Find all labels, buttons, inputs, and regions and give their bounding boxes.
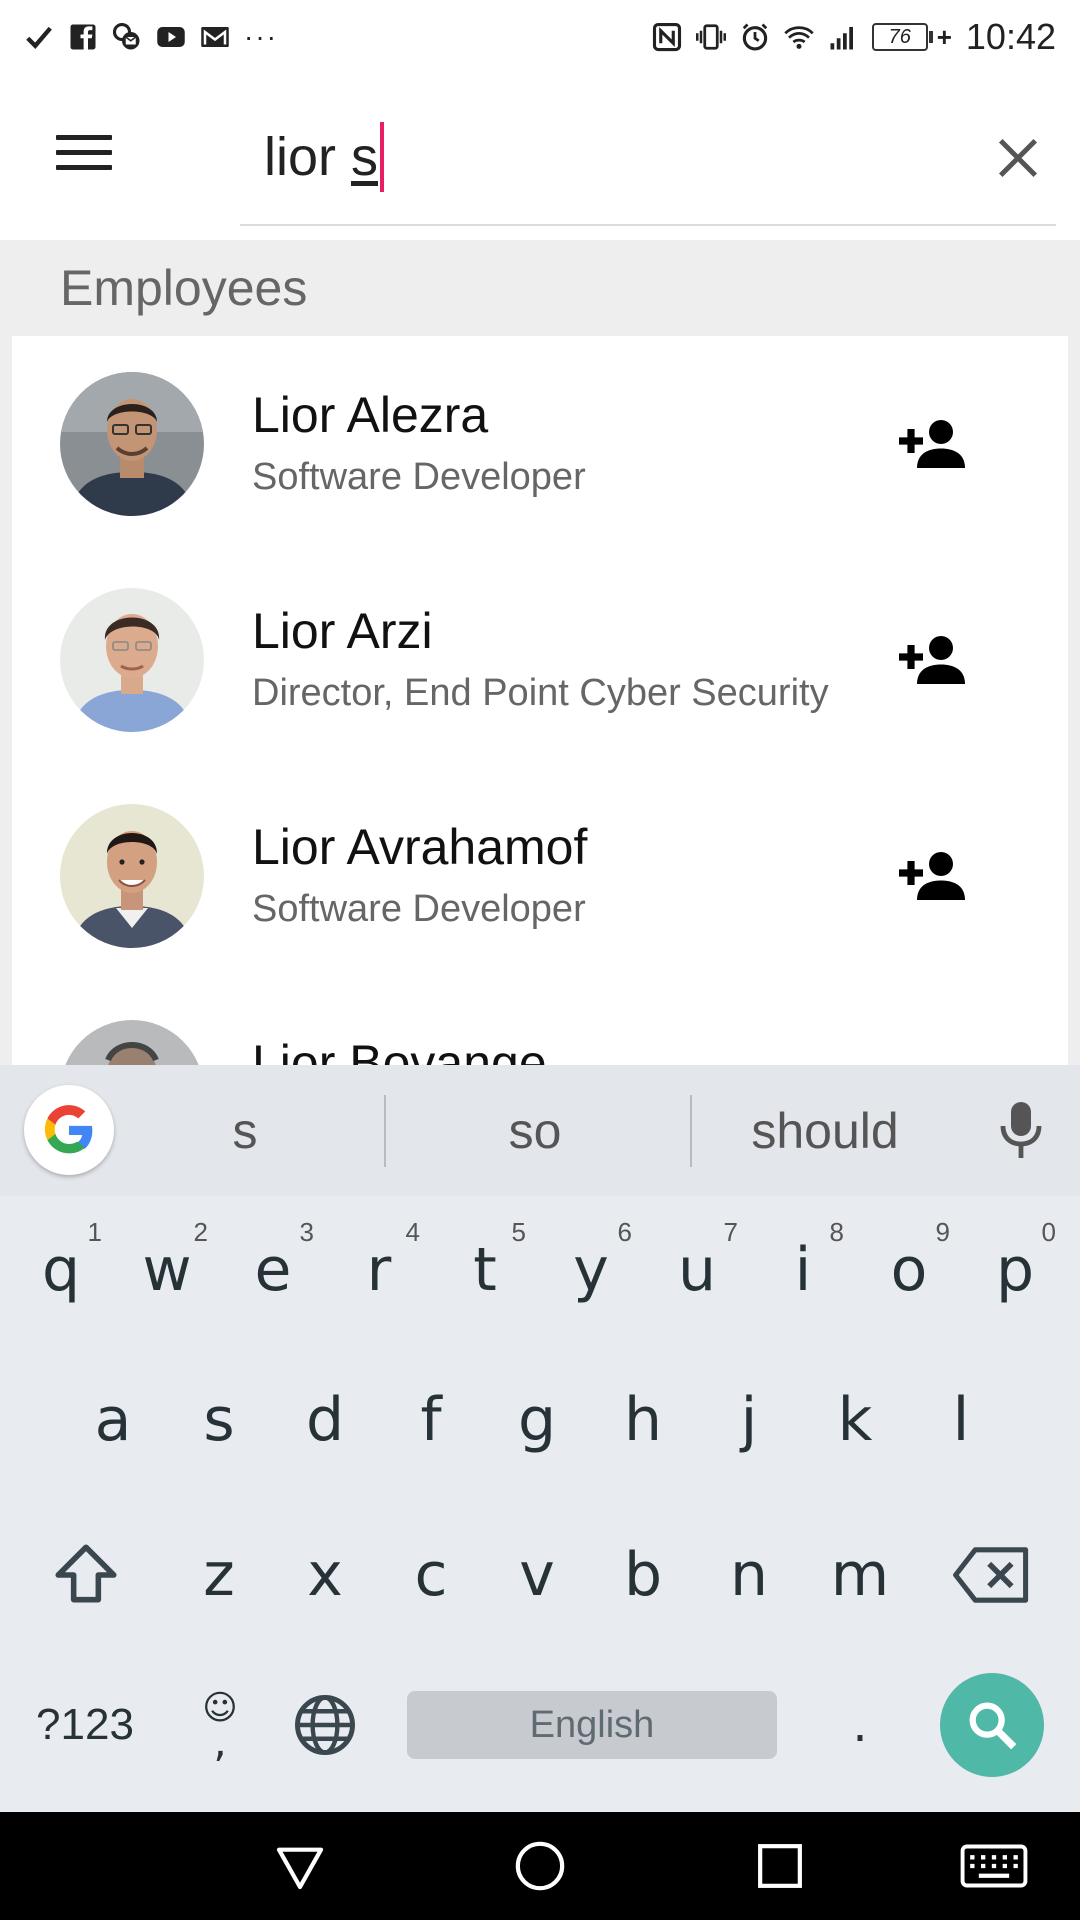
employee-name: Lior Bovange <box>252 1035 547 1065</box>
navigation-bar <box>0 1812 1080 1920</box>
google-icon[interactable] <box>24 1085 114 1175</box>
key-o[interactable]: o9 <box>864 1205 954 1335</box>
alarm-icon <box>740 22 770 52</box>
key-a[interactable]: a <box>68 1355 158 1485</box>
avatar <box>60 588 204 732</box>
add-contact-icon[interactable] <box>892 836 972 916</box>
signal-icon <box>828 22 858 52</box>
key-v[interactable]: v <box>492 1510 582 1640</box>
menu-icon[interactable] <box>40 116 124 188</box>
emoji-key[interactable]: ☺ , <box>180 1665 260 1785</box>
key-w[interactable]: w2 <box>122 1205 212 1335</box>
search-toolbar: lior s <box>0 74 1080 240</box>
period-key[interactable]: . <box>820 1675 900 1775</box>
avatar <box>60 1020 204 1065</box>
close-icon[interactable] <box>982 122 1054 194</box>
search-field[interactable]: lior s <box>240 74 1056 226</box>
charging-icon: + <box>936 21 952 52</box>
symbols-key[interactable]: ?123 <box>20 1675 150 1775</box>
messenger-icon <box>112 22 142 52</box>
section-title: Employees <box>60 260 308 316</box>
key-n[interactable]: n <box>704 1510 794 1640</box>
key-f[interactable]: f <box>386 1355 476 1485</box>
employee-name: Lior Alezra <box>252 387 489 443</box>
status-bar: ··· 76 + 10:42 <box>0 0 1080 74</box>
key-j[interactable]: j <box>704 1355 794 1485</box>
nfc-icon <box>652 22 682 52</box>
recents-icon[interactable] <box>750 1836 810 1896</box>
key-c[interactable]: c <box>386 1510 476 1640</box>
employee-title: Software Developer <box>252 456 586 498</box>
list-item[interactable]: Lior Alezra Software Developer <box>12 336 1068 552</box>
key-b[interactable]: b <box>598 1510 688 1640</box>
employee-title: Director, End Point Cyber Security <box>252 672 829 714</box>
facebook-icon <box>68 22 98 52</box>
key-q[interactable]: q1 <box>16 1205 106 1335</box>
battery-indicator: 76 + <box>871 21 952 53</box>
globe-icon[interactable] <box>280 1675 370 1775</box>
check-icon <box>24 22 54 52</box>
soft-keyboard: s so should q1 w2 e3 r4 t5 y6 u7 i8 o9 p… <box>0 1065 1080 1812</box>
key-k[interactable]: k <box>810 1355 900 1485</box>
list-item[interactable]: Lior Arzi Director, End Point Cyber Secu… <box>12 552 1068 768</box>
clock: 10:42 <box>965 16 1056 57</box>
employee-list: Lior Alezra Software Developer Lior Arzi… <box>12 336 1068 1065</box>
gmail-icon <box>200 22 230 52</box>
suggestion-2[interactable]: so <box>420 1065 650 1196</box>
backspace-icon[interactable] <box>940 1510 1044 1640</box>
suggestion-strip: s so should <box>0 1065 1080 1196</box>
add-contact-icon[interactable] <box>892 404 972 484</box>
avatar <box>60 372 204 516</box>
avatar <box>60 804 204 948</box>
key-u[interactable]: u7 <box>652 1205 742 1335</box>
key-r[interactable]: r4 <box>334 1205 424 1335</box>
key-x[interactable]: x <box>280 1510 370 1640</box>
key-z[interactable]: z <box>174 1510 264 1640</box>
key-p[interactable]: p0 <box>970 1205 1060 1335</box>
employee-title: Software Developer <box>252 888 586 930</box>
space-key[interactable]: English <box>407 1691 777 1759</box>
key-h[interactable]: h <box>598 1355 688 1485</box>
home-icon[interactable] <box>510 1836 570 1896</box>
key-d[interactable]: d <box>280 1355 370 1485</box>
key-t[interactable]: t5 <box>440 1205 530 1335</box>
employee-name: Lior Avrahamof <box>252 819 588 875</box>
battery-level: 76 <box>871 23 928 51</box>
youtube-icon <box>156 22 186 52</box>
microphone-icon[interactable] <box>986 1095 1056 1165</box>
search-results: Employees Lior Alezra Software Developer <box>0 240 1080 1065</box>
search-query-prefix: lior <box>264 127 352 187</box>
keyboard-icon[interactable] <box>956 1836 1032 1896</box>
key-g[interactable]: g <box>492 1355 582 1485</box>
employee-name: Lior Arzi <box>252 603 433 659</box>
more-notifications: ··· <box>244 21 278 52</box>
add-contact-icon[interactable] <box>892 620 972 700</box>
list-item[interactable]: Lior Bovange <box>12 984 1068 1065</box>
suggestion-3[interactable]: should <box>700 1065 950 1196</box>
text-caret <box>380 122 385 192</box>
suggestion-1[interactable]: s <box>150 1065 340 1196</box>
vibrate-icon <box>695 22 726 52</box>
back-icon[interactable] <box>270 1836 330 1896</box>
wifi-icon <box>783 22 814 52</box>
key-s[interactable]: s <box>174 1355 264 1485</box>
key-l[interactable]: l <box>916 1355 1006 1485</box>
shift-icon[interactable] <box>36 1510 136 1640</box>
list-item[interactable]: Lior Avrahamof Software Developer <box>12 768 1068 984</box>
search-query-word: s <box>351 127 379 187</box>
key-i[interactable]: i8 <box>758 1205 848 1335</box>
key-m[interactable]: m <box>810 1510 910 1640</box>
search-icon[interactable] <box>940 1673 1044 1777</box>
key-y[interactable]: y6 <box>546 1205 636 1335</box>
search-input[interactable]: lior s <box>264 122 385 192</box>
key-e[interactable]: e3 <box>228 1205 318 1335</box>
